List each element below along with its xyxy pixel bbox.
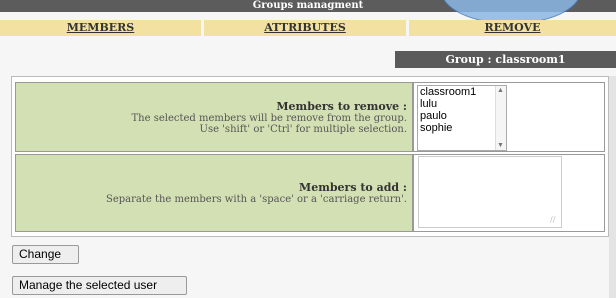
remove-input-cell: classroom1 lulu paulo sophie ▲ ▼ [413,82,605,152]
list-item[interactable]: sophie [418,122,506,134]
resize-grip-icon[interactable]: ∕∕ [550,215,555,224]
add-help-line1: Separate the members with a 'space' or a… [105,194,407,205]
change-button[interactable]: Change [12,245,79,264]
remove-help-line1: The selected members will be remove from… [131,113,407,124]
list-item[interactable]: paulo [418,110,506,122]
manage-selected-user-button[interactable]: Manage the selected user [12,276,187,295]
tab-bar: MEMBERS ATTRIBUTES REMOVE [0,20,616,36]
add-label-cell: Members to add : Separate the members wi… [15,154,413,232]
members-form-table: Members to remove : The selected members… [11,76,609,237]
tab-attributes[interactable]: ATTRIBUTES [204,20,406,36]
members-to-add-textarea[interactable] [418,156,562,228]
tab-remove-label[interactable]: REMOVE [484,21,540,34]
scroll-up-icon[interactable]: ▲ [497,87,504,94]
group-label: Group : classroom1 [395,51,616,68]
remove-help-line2: Use 'shift' or 'Ctrl' for multiple selec… [199,124,407,135]
members-to-remove-list[interactable]: classroom1 lulu paulo sophie ▲ ▼ [417,85,507,151]
list-scrollbar[interactable]: ▲ ▼ [495,86,506,150]
tab-attributes-label[interactable]: ATTRIBUTES [264,21,346,34]
page-scrollbar[interactable] [609,76,616,298]
remove-heading: Members to remove : [276,100,407,113]
tab-members[interactable]: MEMBERS [0,20,201,36]
add-input-cell: ∕∕ [413,154,605,232]
tab-members-label[interactable]: MEMBERS [67,21,135,34]
list-item[interactable]: classroom1 [418,86,506,98]
list-item[interactable]: lulu [418,98,506,110]
remove-label-cell: Members to remove : The selected members… [15,82,413,152]
add-heading: Members to add : [299,181,407,194]
tab-remove[interactable]: REMOVE [409,20,616,36]
scroll-down-icon[interactable]: ▼ [497,142,504,149]
